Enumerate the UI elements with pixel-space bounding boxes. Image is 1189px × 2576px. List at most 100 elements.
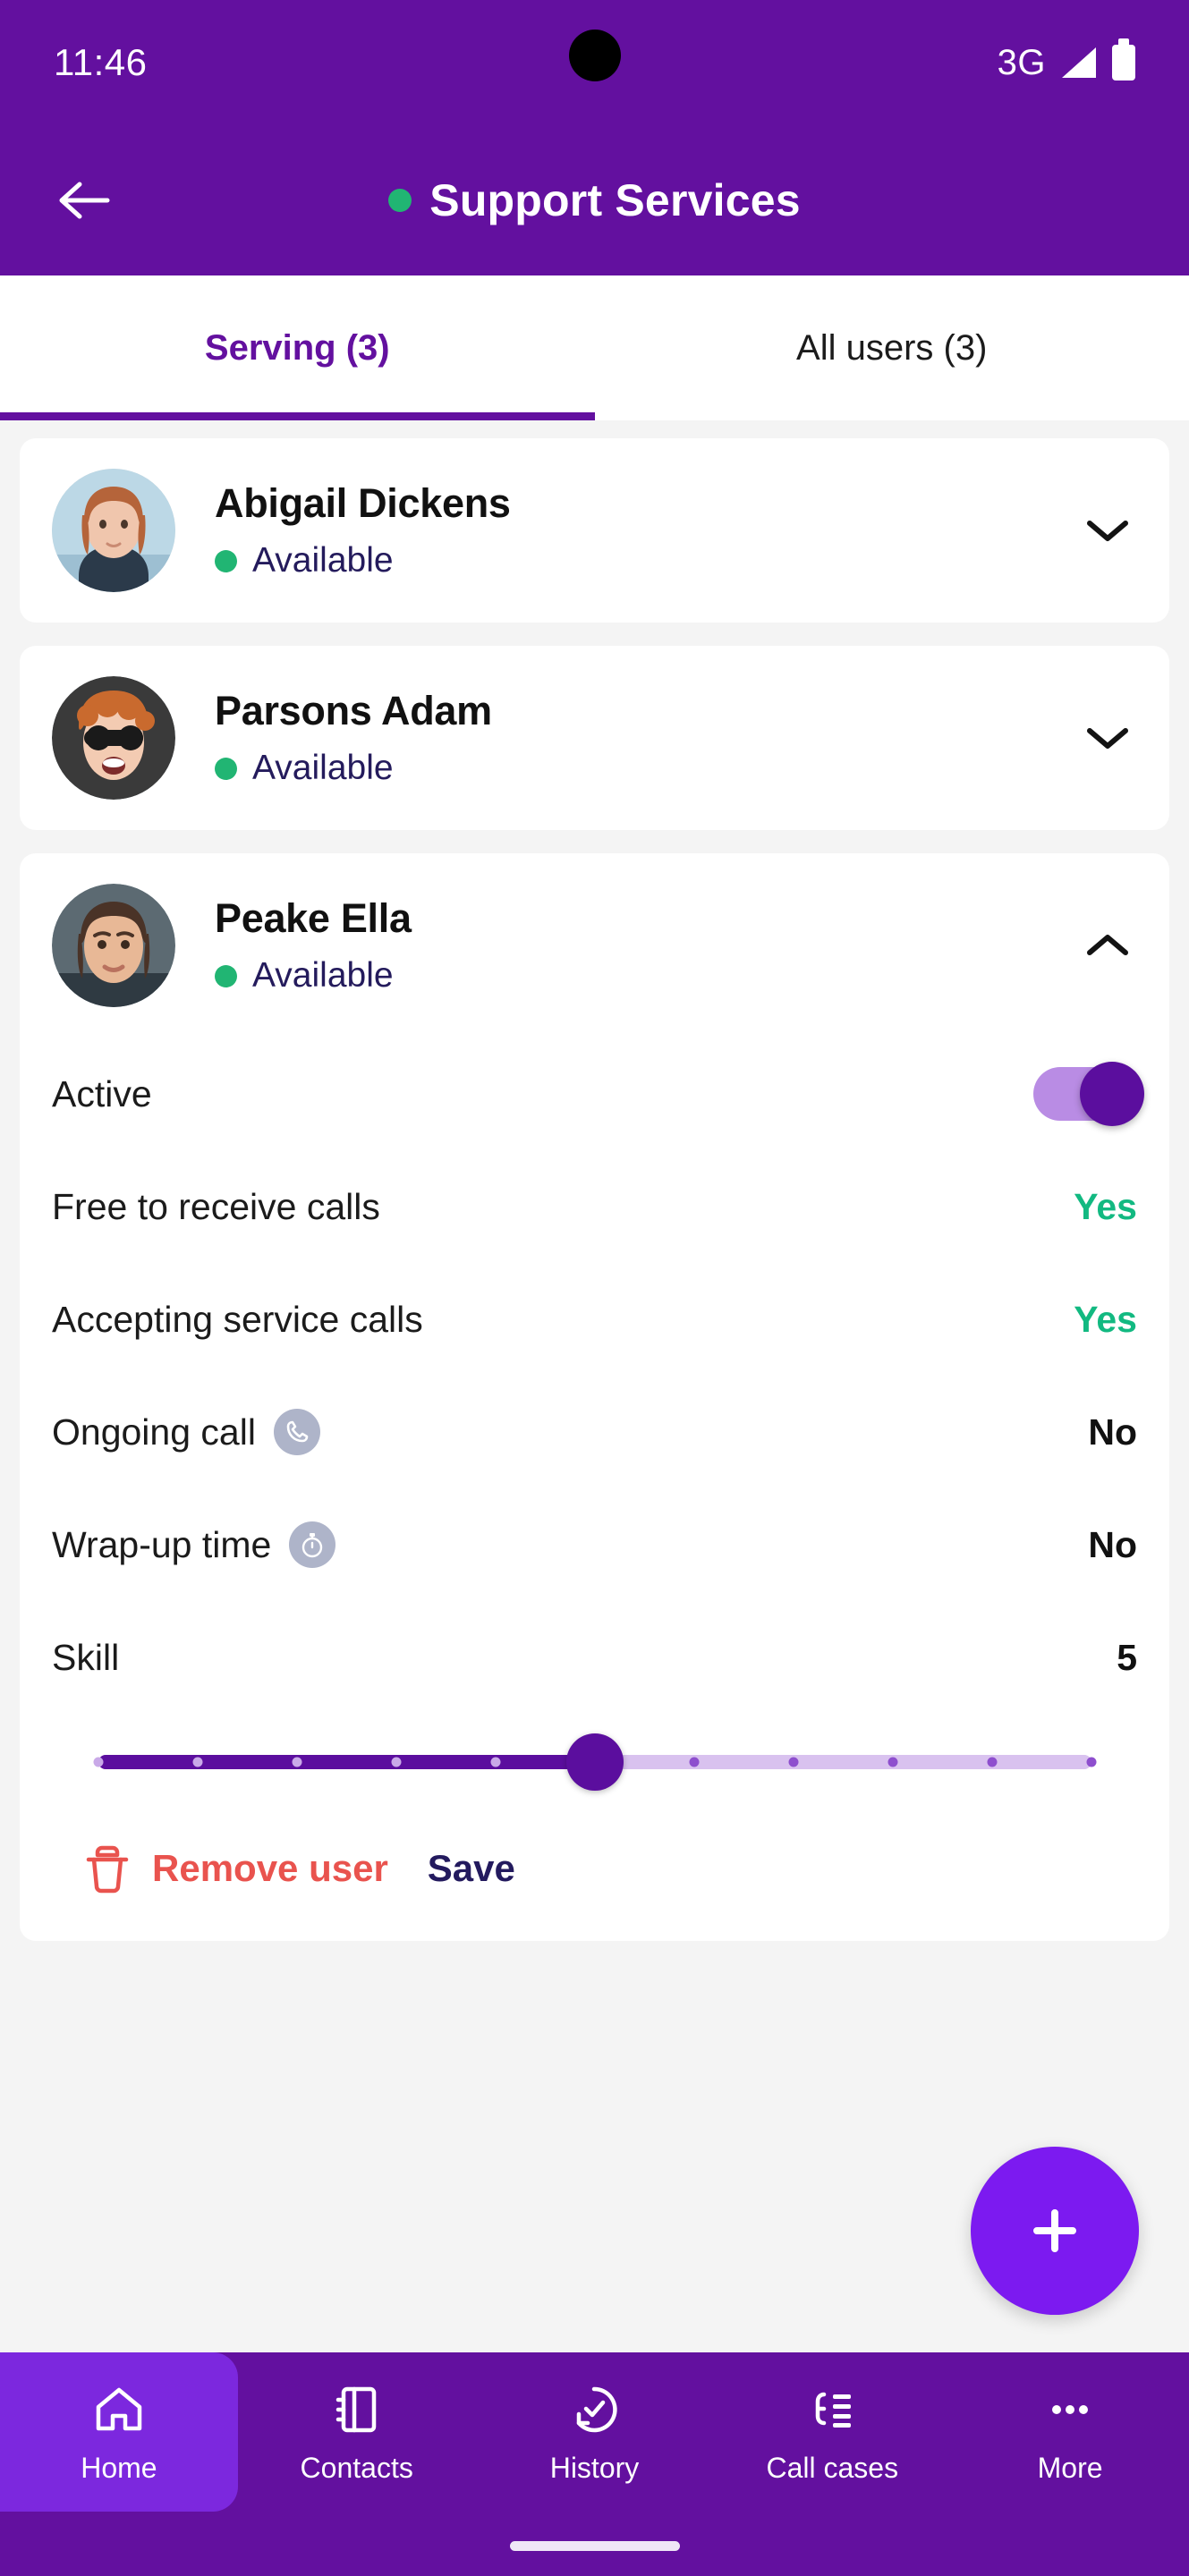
- skill-slider-tick: [888, 1757, 897, 1767]
- nav-item-call-cases[interactable]: Call cases: [713, 2352, 951, 2512]
- detail-label: Skill: [52, 1636, 120, 1678]
- detail-label: Ongoing call: [52, 1411, 256, 1453]
- user-card-header[interactable]: Abigail Dickens Available: [20, 438, 1169, 623]
- user-card: Parsons Adam Available: [20, 646, 1169, 830]
- detail-value: No: [1088, 1411, 1137, 1453]
- stopwatch-icon: [289, 1521, 336, 1568]
- detail-label: Active: [52, 1072, 152, 1114]
- detail-label: Accepting service calls: [52, 1298, 423, 1340]
- status-bar-time: 11:46: [54, 41, 148, 83]
- page-title: Support Services: [429, 175, 801, 225]
- detail-row-free-to-receive-calls: Free to receive calls Yes: [52, 1150, 1137, 1263]
- avatar-image: [52, 884, 175, 1007]
- user-name: Parsons Adam: [215, 688, 492, 733]
- home-icon: [89, 2380, 149, 2439]
- detail-row-skill: Skill 5: [52, 1601, 1137, 1714]
- status-dot-icon: [215, 549, 237, 572]
- back-button[interactable]: [52, 167, 118, 233]
- tab-all-users[interactable]: All users (3): [595, 275, 1189, 420]
- user-status-label: Available: [252, 541, 394, 580]
- history-check-icon: [565, 2380, 624, 2439]
- nav-item-more[interactable]: More: [951, 2352, 1189, 2512]
- skill-slider-tick: [93, 1757, 103, 1767]
- call-cases-glyph: [816, 2392, 852, 2428]
- detail-actions: Remove user Save: [52, 1819, 1137, 1941]
- user-status-label: Available: [252, 749, 394, 787]
- tab-bar: Serving (3) All users (3): [0, 275, 1189, 420]
- status-dot-icon: [215, 757, 237, 780]
- user-detail-panel: Active Free to receive calls Yes Accepti…: [20, 1038, 1169, 1941]
- collapse-chevron-button[interactable]: [1078, 916, 1137, 975]
- nav-item-contacts[interactable]: Contacts: [238, 2352, 476, 2512]
- status-dot-icon: [215, 964, 237, 987]
- skill-slider[interactable]: [93, 1733, 1096, 1791]
- add-fab-button[interactable]: [971, 2147, 1139, 2315]
- avatar: [52, 469, 175, 592]
- call-cases-list-icon: [803, 2380, 862, 2439]
- user-status: Available: [215, 541, 1078, 580]
- expand-chevron-button[interactable]: [1078, 708, 1137, 767]
- skill-slider-thumb[interactable]: [565, 1733, 624, 1791]
- nav-label: Home: [81, 2451, 157, 2484]
- detail-row-active: Active: [52, 1038, 1144, 1150]
- active-toggle[interactable]: [1033, 1062, 1144, 1126]
- expand-chevron-button[interactable]: [1078, 501, 1137, 560]
- app-screen: 11:46 3G Support Services Serving (3) Al…: [0, 0, 1189, 2576]
- remove-user-button[interactable]: Remove user: [84, 1843, 388, 1894]
- user-card-header[interactable]: Parsons Adam Available: [20, 646, 1169, 830]
- remove-user-label: Remove user: [152, 1847, 388, 1889]
- nav-item-home[interactable]: Home: [0, 2352, 238, 2512]
- user-status: Available: [215, 749, 1078, 788]
- skill-slider-tick: [1086, 1757, 1096, 1767]
- battery-full-icon: [1112, 38, 1135, 80]
- user-info: Peake Ella Available: [215, 895, 1078, 996]
- avatar-image: [52, 676, 175, 800]
- detail-label: Free to receive calls: [52, 1185, 380, 1227]
- chevron-down-icon: [1087, 728, 1128, 749]
- avatar: [52, 676, 175, 800]
- arrow-left-icon: [59, 182, 110, 219]
- detail-row-accepting-service-calls: Accepting service calls Yes: [52, 1263, 1137, 1376]
- skill-slider-tick: [490, 1757, 500, 1767]
- detail-value: Yes: [1074, 1185, 1137, 1227]
- signal-bars-icon: [1062, 47, 1096, 78]
- skill-slider-tick: [788, 1757, 798, 1767]
- toggle-knob: [1080, 1062, 1144, 1126]
- user-status-label: Available: [252, 956, 394, 995]
- skill-value: 5: [1117, 1636, 1137, 1678]
- more-dots-icon: [1040, 2380, 1100, 2439]
- user-name: Abigail Dickens: [215, 480, 511, 526]
- trash-icon: [86, 1845, 129, 1894]
- user-card-expanded: Peake Ella Available Active Free to rece…: [20, 853, 1169, 1941]
- chevron-up-icon: [1087, 935, 1128, 955]
- app-bar-title-group: Support Services: [0, 174, 1189, 226]
- nav-item-history[interactable]: History: [476, 2352, 714, 2512]
- user-card-header[interactable]: Peake Ella Available: [20, 853, 1169, 1038]
- detail-label: Wrap-up time: [52, 1523, 272, 1565]
- skill-slider-tick: [192, 1757, 202, 1767]
- avatar: [52, 884, 175, 1007]
- detail-value: Yes: [1074, 1298, 1137, 1340]
- user-status: Available: [215, 956, 1078, 996]
- detail-row-ongoing-call: Ongoing call No: [52, 1376, 1137, 1488]
- detail-row-wrap-up-time: Wrap-up time No: [52, 1488, 1137, 1601]
- tab-serving[interactable]: Serving (3): [0, 275, 595, 420]
- nav-label: Contacts: [300, 2451, 413, 2484]
- app-bar: Support Services: [0, 125, 1189, 275]
- skill-slider-tick: [689, 1757, 699, 1767]
- contacts-book-icon: [327, 2380, 386, 2439]
- skill-slider-fill: [98, 1755, 595, 1769]
- skill-slider-tick: [987, 1757, 997, 1767]
- plus-icon: [1033, 2209, 1076, 2252]
- status-bar-icons: 3G: [998, 38, 1135, 83]
- save-button[interactable]: Save: [428, 1847, 515, 1890]
- nav-label: Call cases: [766, 2451, 899, 2484]
- avatar-image: [52, 469, 175, 592]
- skill-slider-tick: [391, 1757, 401, 1767]
- nav-label: More: [1037, 2451, 1103, 2484]
- user-info: Abigail Dickens Available: [215, 480, 1078, 580]
- phone-icon: [273, 1409, 320, 1455]
- presence-dot-icon: [388, 189, 412, 212]
- user-card: Abigail Dickens Available: [20, 438, 1169, 623]
- home-indicator: [509, 2541, 680, 2551]
